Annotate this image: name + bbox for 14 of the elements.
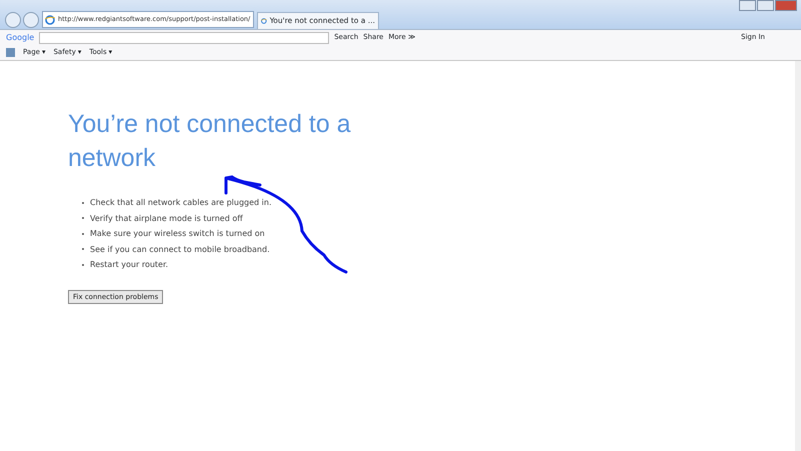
close-button[interactable] <box>775 0 797 11</box>
page-heading: You’re not connected to a network <box>68 109 352 174</box>
tip-text: Make sure your wireless switch is turned on <box>90 228 265 240</box>
browser-icon <box>45 14 55 24</box>
google-logo: Google <box>6 32 34 44</box>
tip-text: See if you can connect to mobile broadband. <box>90 244 270 256</box>
tip-text: Verify that airplane mode is turned off <box>90 212 243 225</box>
browser-icon <box>261 16 267 26</box>
forward-button[interactable] <box>23 12 39 28</box>
tip-text: Check that all network cables are plugged in. <box>90 197 272 209</box>
maximize-button[interactable] <box>757 0 774 11</box>
minimize-button[interactable] <box>739 0 756 11</box>
back-button[interactable] <box>5 12 21 28</box>
tip-text: Restart your router. <box>90 259 168 271</box>
